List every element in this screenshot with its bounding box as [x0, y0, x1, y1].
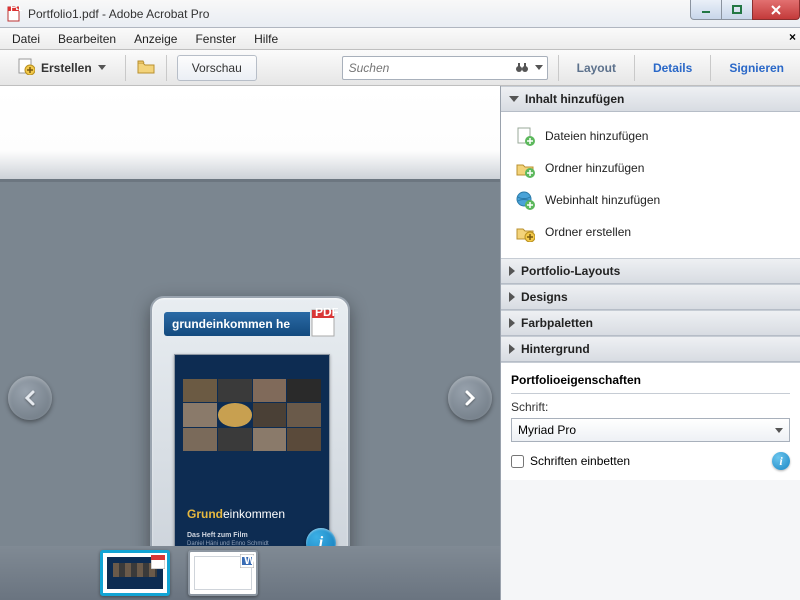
toolbar-divider	[710, 55, 711, 81]
preview-label: Vorschau	[192, 61, 242, 75]
add-files-label: Dateien hinzufügen	[545, 129, 648, 143]
binoculars-icon[interactable]	[515, 60, 529, 77]
window-titlebar: PDF Portfolio1.pdf - Adobe Acrobat Pro	[0, 0, 800, 28]
right-panel: Inhalt hinzufügen Dateien hinzufügen Ord…	[500, 86, 800, 600]
embed-fonts-label: Schriften einbetten	[530, 454, 630, 468]
thumbnail-mosaic	[183, 379, 321, 451]
thumbnail-item[interactable]: W	[188, 550, 258, 596]
window-minimize-button[interactable]	[690, 0, 722, 20]
toolbar-divider	[634, 55, 635, 81]
word-icon: W	[240, 554, 254, 568]
create-button[interactable]: Erstellen	[8, 55, 115, 81]
tab-details[interactable]: Details	[645, 61, 700, 75]
card-filename[interactable]: grundeinkommen he	[164, 312, 310, 336]
add-files-icon	[515, 126, 535, 146]
chevron-down-icon	[98, 65, 106, 70]
window-close-button[interactable]	[752, 0, 800, 20]
font-label: Schrift:	[511, 400, 790, 414]
section-palettes[interactable]: Farbpaletten	[501, 310, 800, 336]
menu-datei[interactable]: Datei	[4, 30, 48, 48]
thumbnail-strip: W	[0, 546, 500, 600]
tab-layout[interactable]: Layout	[569, 61, 624, 75]
section-add-content[interactable]: Inhalt hinzufügen	[501, 86, 800, 112]
font-value: Myriad Pro	[518, 423, 576, 437]
portfolio-canvas: grundeinkommen he PDF Grundeinkommen Das…	[0, 86, 500, 600]
open-icon[interactable]	[136, 57, 156, 78]
section-layouts[interactable]: Portfolio-Layouts	[501, 258, 800, 284]
add-web-icon	[515, 190, 535, 210]
next-item-button[interactable]	[448, 376, 492, 420]
font-combobox[interactable]: Myriad Pro	[511, 418, 790, 442]
document-close-button[interactable]: ×	[789, 30, 796, 44]
app-icon: PDF	[6, 6, 22, 22]
toolbar-divider	[125, 55, 126, 81]
section-label: Designs	[521, 290, 568, 304]
section-label: Portfolio-Layouts	[521, 264, 620, 278]
svg-text:W: W	[244, 554, 254, 567]
create-icon	[17, 57, 35, 78]
chevron-right-icon	[509, 344, 515, 354]
embed-fonts-checkbox[interactable]	[511, 455, 524, 468]
info-icon[interactable]: i	[772, 452, 790, 470]
add-web-button[interactable]: Webinhalt hinzufügen	[511, 184, 790, 216]
prev-item-button[interactable]	[8, 376, 52, 420]
add-content-body: Dateien hinzufügen Ordner hinzufügen Web…	[501, 112, 800, 258]
create-folder-label: Ordner erstellen	[545, 225, 631, 239]
section-background[interactable]: Hintergrund	[501, 336, 800, 362]
create-folder-icon	[515, 222, 535, 242]
pdf-icon: PDF	[310, 308, 338, 338]
properties-header: Portfolioeigenschaften	[511, 369, 790, 394]
menu-fenster[interactable]: Fenster	[187, 30, 244, 48]
create-folder-button[interactable]: Ordner erstellen	[511, 216, 790, 248]
tab-signieren[interactable]: Signieren	[721, 61, 792, 75]
toolbar: Erstellen Vorschau Layout Details Signie…	[0, 50, 800, 86]
canvas-header-area	[0, 86, 500, 182]
chevron-right-icon	[509, 266, 515, 276]
chevron-down-icon	[509, 96, 519, 102]
add-folder-button[interactable]: Ordner hinzufügen	[511, 152, 790, 184]
chevron-right-icon	[509, 292, 515, 302]
window-title: Portfolio1.pdf - Adobe Acrobat Pro	[28, 7, 691, 21]
add-folder-label: Ordner hinzufügen	[545, 161, 644, 175]
section-designs[interactable]: Designs	[501, 284, 800, 310]
section-label: Hintergrund	[521, 342, 590, 356]
cover-title: Grundeinkommen	[187, 507, 285, 521]
pdf-icon	[151, 555, 165, 569]
portfolio-properties: Portfolioeigenschaften Schrift: Myriad P…	[501, 362, 800, 480]
chevron-down-icon	[775, 428, 783, 433]
menu-bearbeiten[interactable]: Bearbeiten	[50, 30, 124, 48]
window-maximize-button[interactable]	[721, 0, 753, 20]
search-dropdown-icon[interactable]	[535, 65, 543, 70]
menu-hilfe[interactable]: Hilfe	[246, 30, 286, 48]
cover-subtitle: Das Heft zum Film	[187, 532, 248, 539]
search-field[interactable]	[342, 56, 548, 80]
chevron-right-icon	[509, 318, 515, 328]
menu-bar: Datei Bearbeiten Anzeige Fenster Hilfe ×	[0, 28, 800, 50]
toolbar-divider	[166, 55, 167, 81]
menu-anzeige[interactable]: Anzeige	[126, 30, 185, 48]
toolbar-divider	[558, 55, 559, 81]
add-web-label: Webinhalt hinzufügen	[545, 193, 660, 207]
thumbnail-item[interactable]	[100, 550, 170, 596]
add-files-button[interactable]: Dateien hinzufügen	[511, 120, 790, 152]
add-folder-icon	[515, 158, 535, 178]
preview-button[interactable]: Vorschau	[177, 55, 257, 81]
svg-text:PDF: PDF	[315, 308, 338, 319]
section-label: Inhalt hinzufügen	[525, 92, 624, 106]
section-label: Farbpaletten	[521, 316, 593, 330]
create-label: Erstellen	[41, 61, 92, 75]
